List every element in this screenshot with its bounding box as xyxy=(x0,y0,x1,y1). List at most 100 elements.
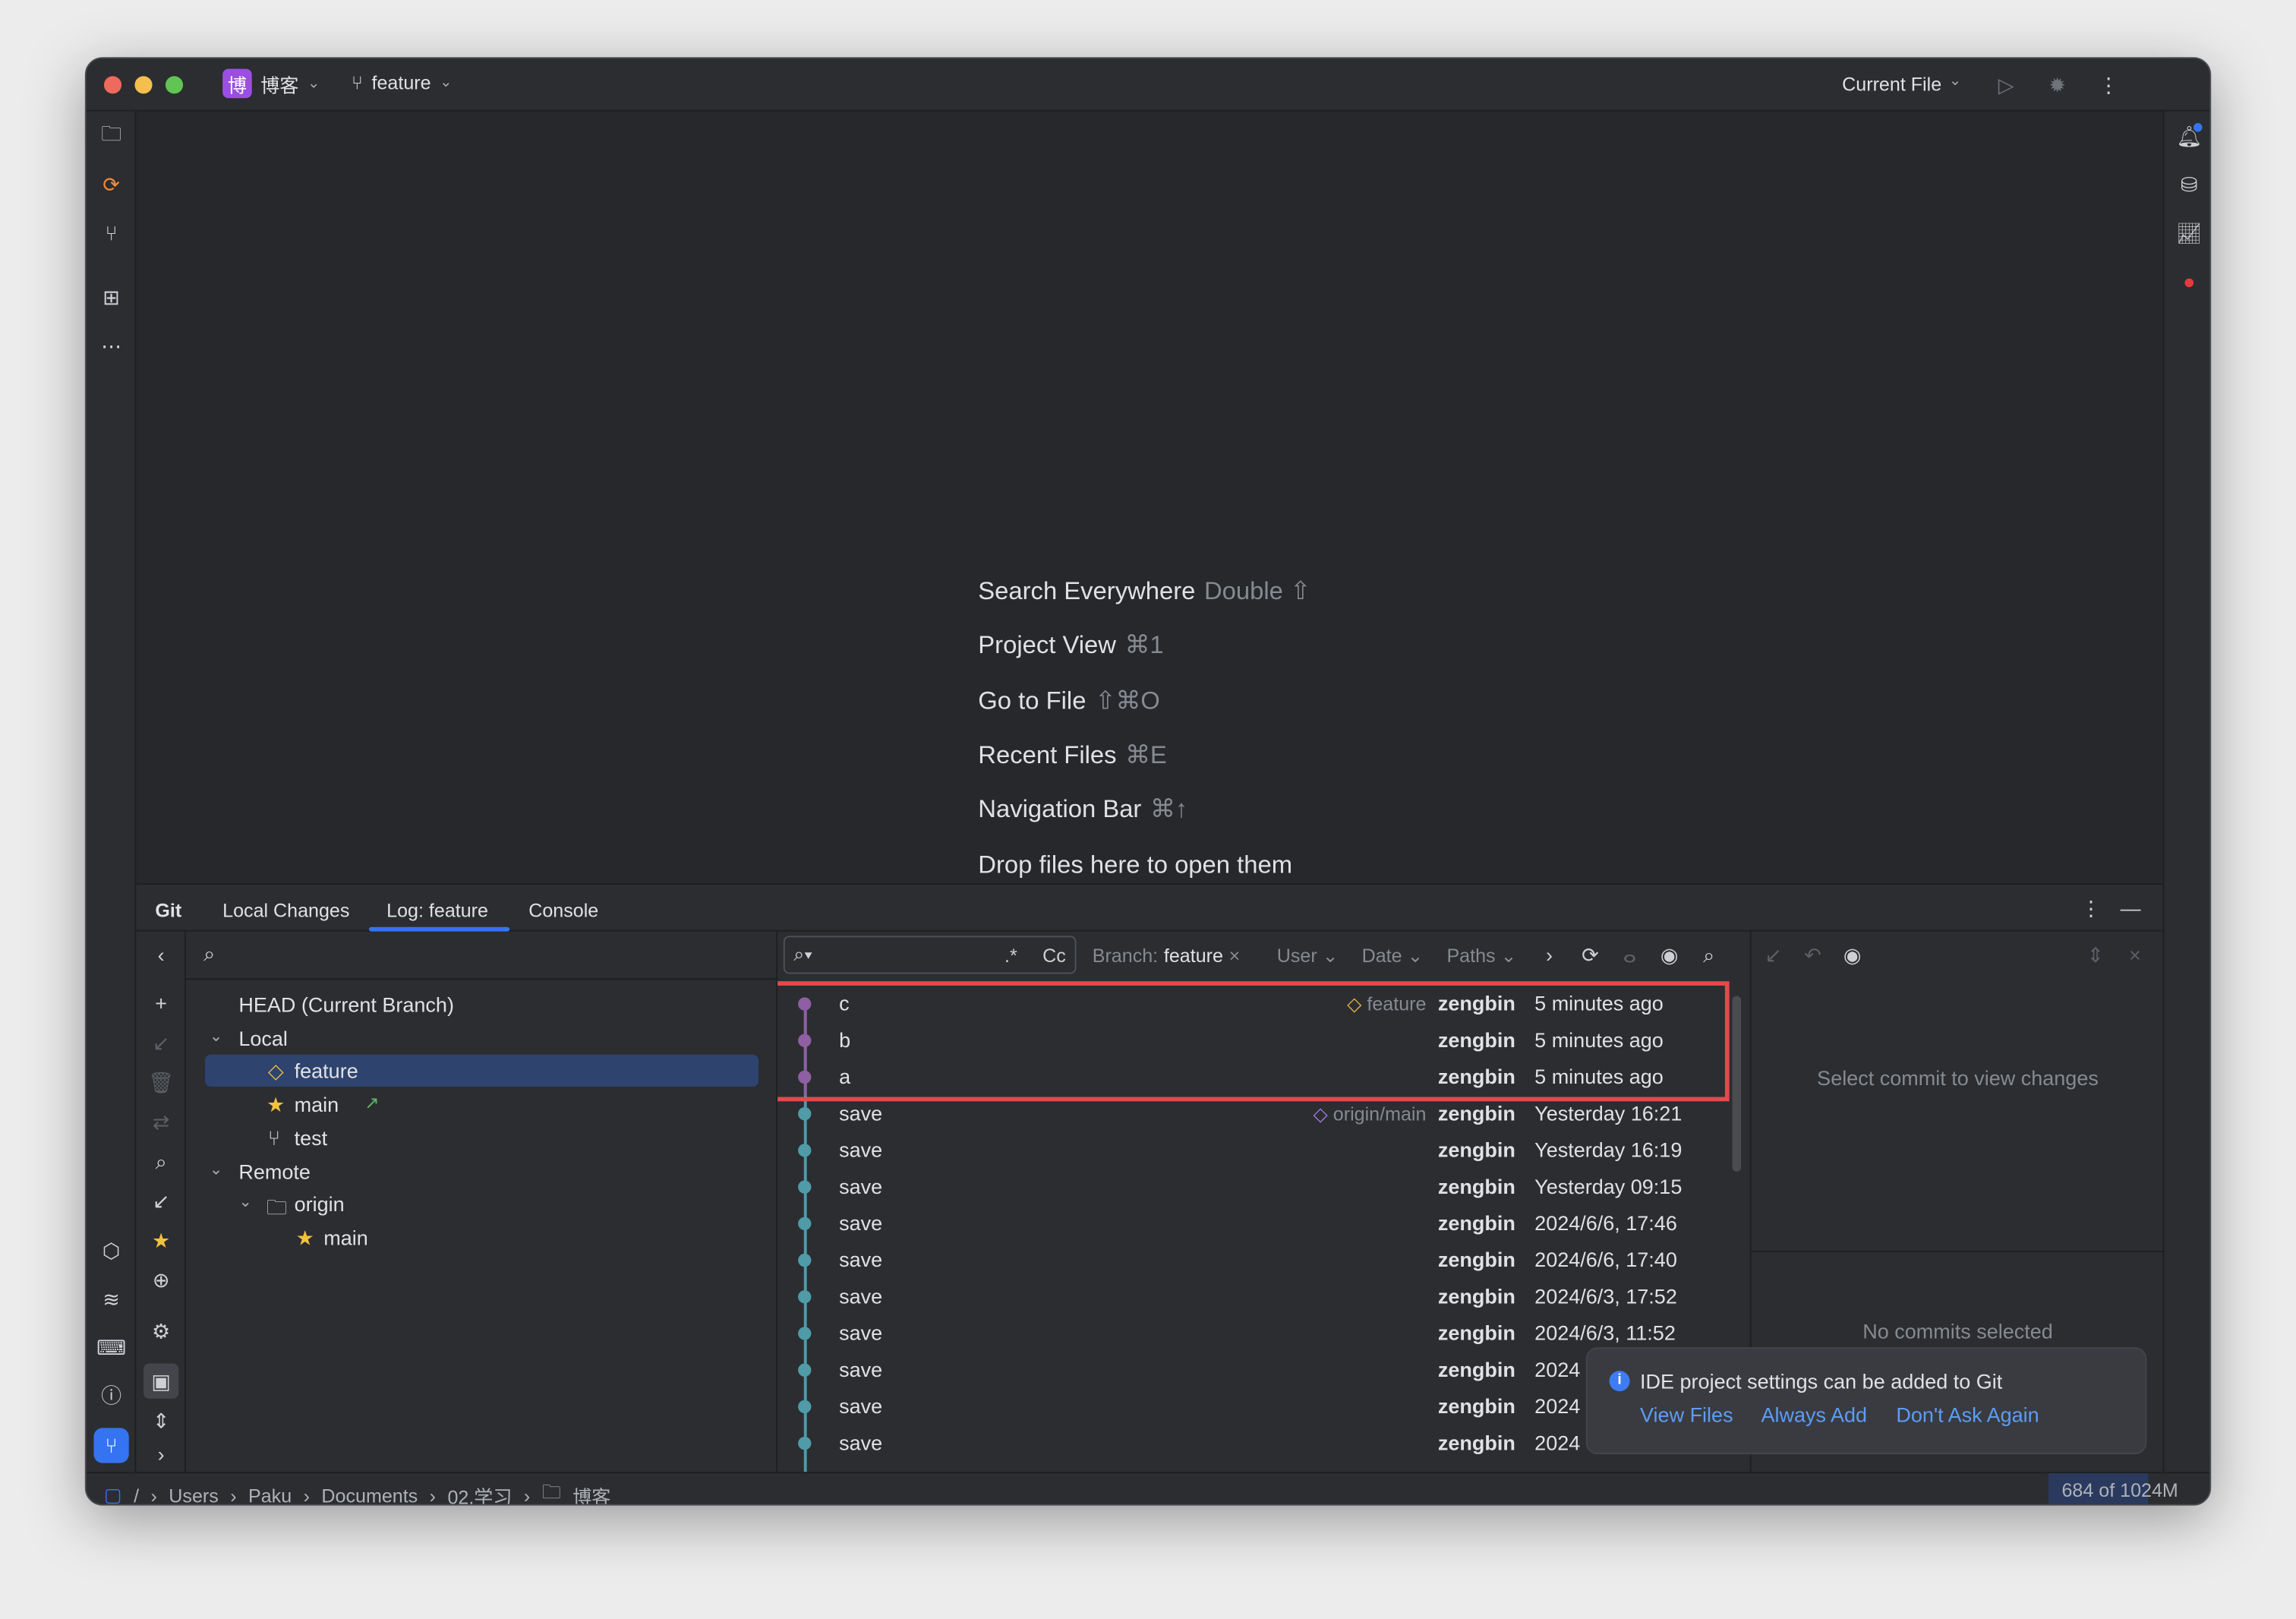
commit-row[interactable]: save zengbin 2024/6/6, 17:40 xyxy=(777,1242,1744,1278)
commit-icon[interactable]: ⟳ xyxy=(98,172,125,198)
project-selector[interactable]: 博 博客 ⌄ xyxy=(222,68,320,99)
chevron-down-icon[interactable]: ⌄ xyxy=(210,1027,223,1046)
star-icon[interactable]: ★ xyxy=(148,1227,175,1254)
navigation-bar-hint[interactable]: Navigation Bar ⌘↑ xyxy=(978,795,1187,825)
pull-requests-icon[interactable]: ⑂ xyxy=(98,219,125,246)
minimize-window-button[interactable] xyxy=(134,76,153,94)
tree-branch-feature[interactable] xyxy=(205,1054,759,1087)
commit-node xyxy=(798,1180,812,1194)
breadcrumb-item[interactable]: Users xyxy=(169,1485,218,1504)
more-vertical-icon[interactable]: ⋮ xyxy=(2096,72,2122,99)
fetch-icon[interactable]: ↙ xyxy=(148,1188,175,1214)
search-icon[interactable]: ⌕ xyxy=(148,1148,175,1175)
delete-icon[interactable]: 🗑︎ xyxy=(148,1069,175,1096)
tab-local-changes[interactable]: Local Changes xyxy=(222,899,349,921)
structure-icon[interactable]: ⊞ xyxy=(98,284,125,311)
breadcrumb-item[interactable]: 博客 xyxy=(572,1482,610,1504)
search-icon[interactable]: ⌕ xyxy=(1695,942,1722,968)
commit-row[interactable]: save zengbin 2024/6/3, 17:52 xyxy=(777,1279,1744,1315)
no-commits-hint: No commits selected xyxy=(1862,1319,2053,1343)
tab-log-feature[interactable]: Log: feature xyxy=(386,899,488,921)
branch-search-icon[interactable]: ⌕ xyxy=(203,942,215,967)
cherry-pick-arrow-icon[interactable]: ↙ xyxy=(1760,942,1787,968)
eye-icon[interactable]: ◉ xyxy=(1839,942,1866,968)
terminal-icon[interactable]: ⌨ xyxy=(96,1334,126,1361)
compare-icon[interactable]: ⇄ xyxy=(148,1109,175,1135)
update-icon[interactable]: ↙ xyxy=(148,1030,175,1056)
more-horizontal-icon[interactable]: ⋯ xyxy=(98,333,125,359)
refresh-icon[interactable]: ⟳ xyxy=(1577,942,1604,968)
settings-gear-icon[interactable]: ⚙ xyxy=(148,1318,175,1345)
database-icon[interactable]: ⛁ xyxy=(2176,172,2203,198)
commit-message: save xyxy=(839,1210,883,1235)
breadcrumb-item[interactable]: Paku xyxy=(248,1485,292,1504)
close-icon[interactable]: × xyxy=(2122,942,2149,968)
user-filter[interactable]: User ⌄ xyxy=(1277,945,1339,968)
view-files-link[interactable]: View Files xyxy=(1640,1403,1733,1427)
always-add-link[interactable]: Always Add xyxy=(1761,1403,1867,1427)
commit-row[interactable]: save zengbin Yesterday 09:15 xyxy=(777,1169,1744,1205)
chevron-down-icon[interactable]: ⌄ xyxy=(210,1160,223,1179)
more-vertical-icon[interactable]: ⋮ xyxy=(2078,895,2105,921)
commit-date: 2024 xyxy=(1534,1394,1581,1418)
branch-filter[interactable]: Branch: feature × xyxy=(1093,945,1241,967)
memory-indicator[interactable]: 684 of 1024M xyxy=(2061,1479,2178,1501)
folder-icon[interactable]: 🗀 xyxy=(98,122,125,150)
tree-remote[interactable]: Remote xyxy=(238,1160,311,1183)
collapse-left-icon[interactable]: ‹ xyxy=(148,942,175,968)
chevron-right-icon[interactable]: › xyxy=(1536,942,1563,968)
project-view-hint[interactable]: Project View ⌘1 xyxy=(978,631,1163,661)
dont-ask-again-link[interactable]: Don't Ask Again xyxy=(1896,1403,2039,1427)
chevron-right-icon: › xyxy=(523,1484,531,1506)
notifications-bell-icon[interactable]: 🔔︎ xyxy=(2176,123,2203,150)
regex-toggle[interactable]: .* xyxy=(1004,945,1017,967)
scrollbar[interactable] xyxy=(1732,996,1742,1172)
close-window-button[interactable] xyxy=(103,76,122,94)
cherry-pick-icon[interactable]: ⴰ xyxy=(1616,942,1643,968)
chevron-right-icon[interactable]: › xyxy=(148,1441,175,1468)
breadcrumb-item[interactable]: 02.学习 xyxy=(447,1482,512,1504)
tree-head[interactable]: HEAD (Current Branch) xyxy=(238,993,454,1017)
debug-icon[interactable]: ✹ xyxy=(2044,72,2070,99)
run-config-selector[interactable]: Current File ⌄ xyxy=(1842,73,1961,95)
eye-icon[interactable]: ◉ xyxy=(1656,942,1683,968)
expand-icon[interactable]: ⇕ xyxy=(2082,942,2108,968)
locate-icon[interactable]: ⊕ xyxy=(148,1267,175,1293)
commit-row[interactable]: save zengbin Yesterday 16:19 xyxy=(777,1132,1744,1169)
minimize-panel-icon[interactable]: — xyxy=(2118,895,2144,921)
recent-files-hint[interactable]: Recent Files ⌘E xyxy=(978,741,1166,771)
git-tool-icon[interactable]: ⑂ xyxy=(93,1428,129,1463)
tree-origin[interactable]: origin xyxy=(295,1192,345,1216)
run-icon[interactable]: ▷ xyxy=(1993,72,2020,99)
breadcrumb-item[interactable]: / xyxy=(134,1485,139,1504)
tree-local[interactable]: Local xyxy=(238,1027,288,1050)
maximize-window-button[interactable] xyxy=(165,76,184,94)
branch-selector[interactable]: ⑂ feature ⌄ xyxy=(352,72,452,94)
problems-icon[interactable]: ⓘ xyxy=(98,1383,125,1409)
group-by-directory-icon[interactable]: ▣ xyxy=(144,1363,179,1399)
new-branch-icon[interactable]: + xyxy=(148,990,175,1017)
tree-remote-main[interactable]: main xyxy=(323,1226,368,1249)
tree-branch-test[interactable]: test xyxy=(295,1126,328,1150)
breadcrumb-item[interactable]: Documents xyxy=(321,1485,418,1504)
services-icon[interactable]: ⬡ xyxy=(98,1238,125,1264)
search-everywhere-hint[interactable]: Search Everywhere Double ⇧ xyxy=(978,577,1310,607)
log-search-input[interactable]: ⌕▾ .* Cc xyxy=(783,936,1077,974)
close-icon[interactable]: × xyxy=(1229,945,1241,967)
commit-row[interactable]: save zengbin 2024/6/3, 11:52 xyxy=(777,1315,1744,1352)
revert-icon[interactable]: ↶ xyxy=(1799,942,1826,968)
commit-row[interactable]: save zengbin 2024/6/6, 17:46 xyxy=(777,1205,1744,1242)
tree-branch-main[interactable]: main xyxy=(295,1093,339,1116)
commit-date: Yesterday 09:15 xyxy=(1534,1174,1683,1198)
go-to-file-hint[interactable]: Go to File ⇧⌘O xyxy=(978,687,1159,717)
paths-filter-label: Paths xyxy=(1446,944,1496,967)
paths-filter[interactable]: Paths ⌄ xyxy=(1446,945,1516,968)
chevron-down-icon[interactable]: ⌄ xyxy=(238,1192,252,1211)
profiler-chart-icon[interactable]: 📈︎ xyxy=(2176,219,2203,246)
match-case-toggle[interactable]: Cc xyxy=(1042,945,1066,967)
plugin-ninja-icon[interactable]: ● xyxy=(2176,268,2203,295)
tab-console[interactable]: Console xyxy=(528,899,598,921)
expand-collapse-icon[interactable]: ⇕ xyxy=(148,1407,175,1434)
layers-icon[interactable]: ≋ xyxy=(98,1286,125,1312)
date-filter[interactable]: Date ⌄ xyxy=(1362,945,1424,968)
